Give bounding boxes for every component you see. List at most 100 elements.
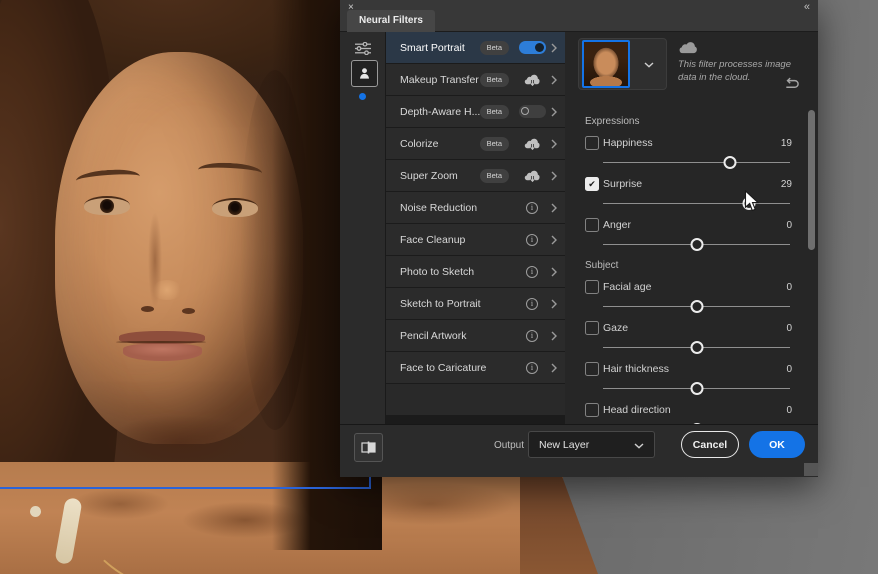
face-thumbnail <box>582 40 630 88</box>
slider-checkbox[interactable] <box>585 177 599 191</box>
portrait-tool-button[interactable] <box>351 60 378 87</box>
filter-name: Smart Portrait <box>400 41 465 54</box>
chevron-down-icon <box>634 436 644 454</box>
tab-neural-filters[interactable]: Neural Filters <box>347 10 435 32</box>
canvas-guide-line-vertical <box>369 475 371 489</box>
eye <box>212 198 258 217</box>
filter-disabled-toggle[interactable] <box>517 105 547 118</box>
filter-row[interactable]: Pencil Artwork <box>386 320 565 351</box>
filter-row[interactable]: Smart Portrait Beta <box>386 32 565 63</box>
filter-row[interactable]: Super Zoom Beta <box>386 160 565 191</box>
panel-scrollbar[interactable] <box>808 110 815 250</box>
slider-thumb[interactable] <box>690 382 703 395</box>
slider-label: Facial age <box>603 281 652 293</box>
filter-row[interactable]: Sketch to Portrait <box>386 288 565 319</box>
slider-label: Hair thickness <box>603 363 669 375</box>
filter-name: Pencil Artwork <box>400 329 467 342</box>
slider-checkbox[interactable] <box>585 362 599 376</box>
info-icon[interactable] <box>517 297 547 310</box>
filter-row[interactable]: Face to Caricature <box>386 352 565 383</box>
slider-thumb[interactable] <box>690 300 703 313</box>
slider-checkbox[interactable] <box>585 403 599 417</box>
info-icon[interactable] <box>517 329 547 342</box>
filter-name: Makeup Transfer <box>400 73 479 86</box>
resize-grip[interactable] <box>804 463 818 476</box>
slider-label: Happiness <box>603 137 653 149</box>
chevron-down-icon[interactable] <box>644 55 654 73</box>
cloud-download-icon[interactable] <box>517 137 547 151</box>
all-filters-icon[interactable] <box>354 41 372 60</box>
reset-filter-icon[interactable] <box>783 76 800 95</box>
slider-checkbox[interactable] <box>585 136 599 150</box>
slider-track[interactable] <box>603 194 790 214</box>
chevron-right-icon[interactable] <box>551 363 557 373</box>
slider-track[interactable] <box>603 338 790 358</box>
slider-track[interactable] <box>603 235 790 255</box>
slider-checkbox[interactable] <box>585 218 599 232</box>
output-select[interactable]: New Layer <box>528 431 655 458</box>
filter-row[interactable]: Noise Reduction <box>386 192 565 223</box>
slider-section: Subject Facial age 0 Gaze 0 Hair thickne… <box>585 260 792 424</box>
chevron-right-icon[interactable] <box>551 75 557 85</box>
cloud-download-icon[interactable] <box>517 73 547 87</box>
chevron-right-icon[interactable] <box>551 43 557 53</box>
chevron-right-icon[interactable] <box>551 139 557 149</box>
slider-label: Gaze <box>603 322 629 334</box>
face-selector[interactable] <box>578 38 667 90</box>
chevron-right-icon[interactable] <box>551 107 557 117</box>
slider-sections: Expressions Happiness 19 Surprise 29 Ang… <box>585 116 792 424</box>
chevron-right-icon[interactable] <box>551 171 557 181</box>
filter-name: Face to Caricature <box>400 361 487 374</box>
slider-label: Surprise <box>603 178 643 190</box>
slider-thumb[interactable] <box>742 197 756 210</box>
filter-row[interactable]: Colorize Beta <box>386 128 565 159</box>
cloud-download-icon[interactable] <box>517 169 547 183</box>
filter-name: Noise Reduction <box>400 201 478 214</box>
filter-row[interactable]: Makeup Transfer Beta <box>386 64 565 95</box>
filter-name: Super Zoom <box>400 169 458 182</box>
preview-toggle-button[interactable] <box>354 433 383 462</box>
slider-value: 0 <box>786 219 792 231</box>
slider-thumb[interactable] <box>690 341 703 354</box>
slider-track[interactable] <box>603 379 790 399</box>
collapse-panel-icon[interactable]: « <box>804 1 810 13</box>
filter-row[interactable]: Face Cleanup <box>386 224 565 255</box>
slider-value: 0 <box>786 322 792 334</box>
slider-item: Hair thickness 0 <box>585 359 792 400</box>
slider-track[interactable] <box>603 297 790 317</box>
info-icon[interactable] <box>517 233 547 246</box>
output-label: Output <box>493 440 524 451</box>
slider-item: Anger 0 <box>585 215 792 256</box>
info-icon[interactable] <box>517 201 547 214</box>
slider-track[interactable] <box>603 153 790 173</box>
slider-value: 0 <box>786 404 792 416</box>
slider-checkbox[interactable] <box>585 280 599 294</box>
beta-badge: Beta <box>479 168 509 183</box>
chevron-right-icon[interactable] <box>551 299 557 309</box>
filter-row[interactable]: Depth-Aware H... Beta <box>386 96 565 127</box>
nose-highlight <box>152 280 182 300</box>
chevron-right-icon[interactable] <box>551 331 557 341</box>
slider-thumb[interactable] <box>690 238 703 251</box>
chevron-right-icon[interactable] <box>551 203 557 213</box>
slider-section: Expressions Happiness 19 Surprise 29 Ang… <box>585 116 792 256</box>
slider-value: 0 <box>786 363 792 375</box>
beta-badge: Beta <box>479 72 509 87</box>
cancel-button[interactable]: Cancel <box>681 431 739 458</box>
slider-thumb[interactable] <box>723 156 737 169</box>
canvas-guide-line-horizontal <box>0 487 371 489</box>
slider-item: Gaze 0 <box>585 318 792 359</box>
output-selected-value: New Layer <box>539 438 590 451</box>
slider-checkbox[interactable] <box>585 321 599 335</box>
info-icon[interactable] <box>517 265 547 278</box>
neural-filters-dialog: × Neural Filters « Smart Portrait Beta M… <box>340 0 818 477</box>
mouth-line <box>116 341 206 343</box>
filter-row[interactable]: Photo to Sketch <box>386 256 565 287</box>
chevron-right-icon[interactable] <box>551 235 557 245</box>
info-icon[interactable] <box>517 361 547 374</box>
chevron-right-icon[interactable] <box>551 267 557 277</box>
nostril <box>182 308 195 314</box>
filter-list-empty-row <box>386 384 565 415</box>
ok-button[interactable]: OK <box>749 431 805 458</box>
filter-enabled-toggle[interactable] <box>517 41 547 54</box>
